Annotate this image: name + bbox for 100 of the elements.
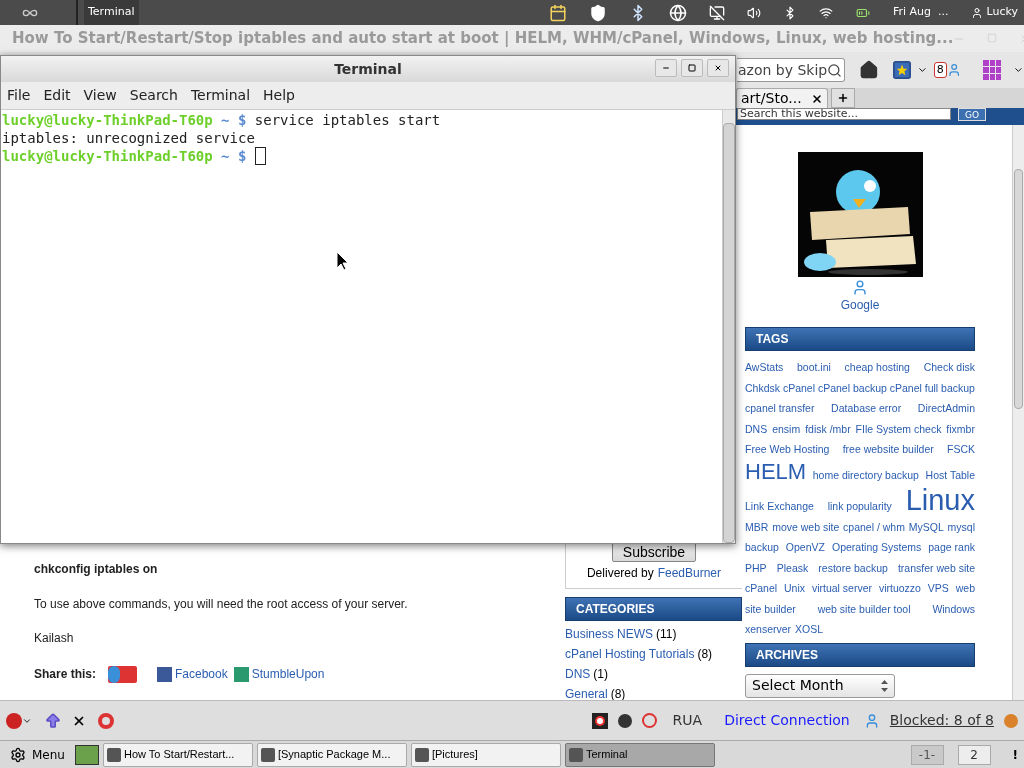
language-label[interactable]: RUA <box>672 710 703 731</box>
tag-link[interactable]: restore backup <box>818 557 888 578</box>
tag-link[interactable]: FSCK <box>946 439 975 460</box>
menu-item[interactable]: Edit <box>43 85 71 106</box>
tag-link[interactable]: cpanel / whm <box>843 516 905 537</box>
tag-link[interactable]: fixmbr <box>946 418 975 439</box>
tag-link[interactable]: page rank <box>928 537 975 558</box>
record-icon[interactable] <box>591 712 608 729</box>
wifi-icon[interactable] <box>818 5 833 20</box>
tag-link[interactable]: backup <box>745 537 779 558</box>
search-icon[interactable] <box>827 62 843 78</box>
tag-link[interactable]: Unix <box>784 578 805 599</box>
feedburner-link[interactable]: FeedBurner <box>657 564 722 582</box>
menu-item[interactable]: Help <box>263 85 295 106</box>
volume-icon[interactable] <box>746 5 761 20</box>
active-app[interactable]: Terminal <box>84 0 139 25</box>
workspace-button[interactable]: 2 <box>957 744 991 765</box>
tag-link[interactable]: Linux <box>905 485 975 515</box>
workspace-button[interactable]: -1- <box>910 744 944 765</box>
alert-indicator[interactable]: ! <box>1012 745 1018 764</box>
tag-link[interactable]: DirectAdmin <box>917 398 975 419</box>
scrollbar-thumb[interactable] <box>1014 169 1023 409</box>
tag-link[interactable]: move web site <box>772 516 840 537</box>
globe-icon[interactable] <box>668 3 687 22</box>
tag-link[interactable]: HELM <box>745 459 807 484</box>
tag-link[interactable]: MySQL <box>908 516 944 537</box>
tag-link[interactable]: free website builder <box>842 439 934 460</box>
tag-link[interactable]: Check disk <box>923 357 975 378</box>
close-icon[interactable] <box>811 92 823 105</box>
menu-button[interactable]: Menu <box>4 745 71 764</box>
taskbar-item[interactable]: [Synaptic Package M... <box>256 742 407 767</box>
tag-link[interactable]: fdisk /mbr <box>805 418 851 439</box>
tag-link[interactable]: cPanel <box>782 377 816 398</box>
facebook-link[interactable]: Facebook <box>175 665 228 683</box>
tag-link[interactable]: transfer web site <box>897 557 975 578</box>
new-tab-button[interactable] <box>831 88 855 108</box>
shield-icon[interactable] <box>588 3 607 22</box>
tag-link[interactable]: MBR <box>745 516 769 537</box>
tag-link[interactable]: Database error <box>831 398 902 419</box>
menu-item[interactable]: Search <box>129 85 178 106</box>
bookmark-icon[interactable] <box>893 60 911 80</box>
scrollbar-thumb[interactable] <box>723 123 735 543</box>
taskbar-item[interactable]: [Pictures] <box>410 742 561 767</box>
tag-link[interactable]: Pleask <box>776 557 809 578</box>
browser-tab[interactable]: art/Sto... <box>736 88 828 108</box>
tag-link[interactable]: boot.ini <box>797 357 831 378</box>
stumbleupon-link[interactable]: StumbleUpon <box>251 665 325 683</box>
tag-link[interactable]: cPanel <box>745 578 778 599</box>
subscribe-button[interactable]: Subscribe <box>611 542 697 562</box>
tag-link[interactable]: DNS <box>745 418 768 439</box>
tag-link[interactable]: home directory backup <box>812 464 919 485</box>
tag-link[interactable]: web site builder tool <box>817 598 911 619</box>
blocked-count[interactable]: Blocked: 8 of 8 <box>889 710 994 731</box>
menu-item[interactable]: Terminal <box>190 85 251 106</box>
taskbar-item[interactable]: How To Start/Restart... <box>102 742 253 767</box>
tag-link[interactable]: Windows <box>932 598 975 619</box>
tag-link[interactable]: VPS <box>927 578 949 599</box>
minimize-button[interactable] <box>655 59 677 77</box>
tag-link[interactable]: Host Table <box>925 464 975 485</box>
tag-link[interactable]: link popularity <box>827 496 892 517</box>
tag-link[interactable]: Chkdsk <box>745 377 780 398</box>
tag-link[interactable]: virtuozzo <box>878 578 921 599</box>
tag-link[interactable]: virtual server <box>811 578 872 599</box>
upload-icon[interactable] <box>44 711 62 730</box>
menu-item[interactable]: File <box>7 85 31 106</box>
tag-link[interactable]: web <box>955 578 975 599</box>
category-link[interactable]: DNS <box>565 665 591 683</box>
tag-link[interactable]: ensim <box>772 418 801 439</box>
go-button[interactable]: GO <box>958 108 986 121</box>
tag-link[interactable]: Free Web Hosting <box>745 439 830 460</box>
tag-link[interactable]: FIle System check <box>855 418 942 439</box>
clock[interactable]: Fri Aug ... <box>892 4 949 21</box>
google-link[interactable]: Google <box>840 296 880 314</box>
tag-link[interactable]: cpanel transfer <box>745 398 815 419</box>
tag-link[interactable]: site builder <box>745 598 796 619</box>
calendar-icon[interactable] <box>548 3 567 22</box>
tag-link[interactable]: Link Exchange <box>745 496 814 517</box>
tag-link[interactable]: PHP <box>745 557 767 578</box>
tag-link[interactable]: AwStats <box>745 357 784 378</box>
tag-link[interactable]: XOSL <box>795 619 824 640</box>
tag-link[interactable]: cPanel backup <box>817 377 887 398</box>
category-link[interactable]: General <box>565 685 608 703</box>
search-field[interactable]: azon by Skip <box>737 58 846 82</box>
maximize-button[interactable] <box>681 59 703 77</box>
home-icon[interactable] <box>859 59 879 81</box>
tag-link[interactable]: mysql <box>947 516 975 537</box>
monitor-icon[interactable] <box>708 4 725 21</box>
tag-link[interactable]: xenserver <box>745 619 792 640</box>
tag-link[interactable]: cPanel full backup <box>889 377 975 398</box>
taskbar-item[interactable]: Terminal <box>564 742 715 767</box>
tag-link[interactable]: Operating Systems <box>831 537 922 558</box>
user-menu[interactable]: Lucky <box>970 4 1018 21</box>
category-link[interactable]: cPanel Hosting Tutorials <box>565 645 695 663</box>
category-link[interactable]: Business NEWS <box>565 625 654 643</box>
grid-icon[interactable] <box>983 60 1002 80</box>
connection-status[interactable]: Direct Connection <box>724 710 850 731</box>
menu-item[interactable]: View <box>83 85 117 106</box>
site-search-field[interactable]: Search this website... <box>737 108 951 120</box>
tag-link[interactable]: cheap hosting <box>844 357 910 378</box>
month-select[interactable]: Select Month <box>745 673 895 698</box>
